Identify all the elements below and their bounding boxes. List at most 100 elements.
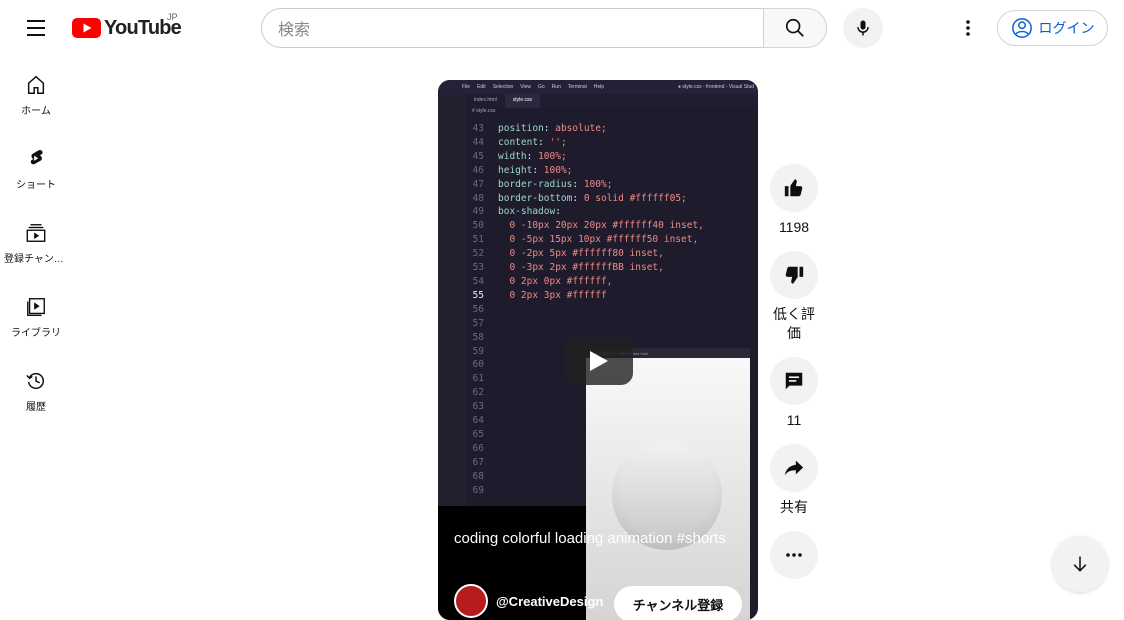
search-button[interactable] xyxy=(763,8,827,48)
line-code: 0 -5px 15px 10px #ffffff50 inset, xyxy=(498,234,699,246)
line-code: position: absolute; xyxy=(498,123,607,134)
code-line: 54 0 2px 0px #ffffff, xyxy=(466,275,756,289)
code-line: 56 xyxy=(466,303,756,317)
youtube-logo[interactable]: YouTube xyxy=(72,16,182,40)
subscribe-button[interactable]: チャンネル登録 xyxy=(614,586,742,620)
guide-menu-button[interactable] xyxy=(16,8,56,48)
code-line: 44 content: ''; xyxy=(466,136,756,150)
video-title[interactable]: coding colorful loading animation #short… xyxy=(454,528,754,550)
more-vert-icon xyxy=(966,20,970,36)
thumb-down-icon xyxy=(785,266,804,284)
line-number: 56 xyxy=(472,303,484,315)
editor-menu-item: Terminal xyxy=(567,84,587,90)
editor-menubar: File Edit Selection View Go Run Terminal… xyxy=(438,80,758,94)
line-code: 0 2px 0px #ffffff, xyxy=(498,275,613,287)
login-label: ログイン xyxy=(1038,20,1095,36)
line-number: 64 xyxy=(472,415,484,427)
line-number: 51 xyxy=(472,234,484,246)
thumb-up-icon xyxy=(784,179,803,197)
arrow-down-icon xyxy=(1073,556,1087,572)
line-code: content: ''; xyxy=(498,136,567,148)
line-number: 62 xyxy=(472,387,484,399)
more-actions-button[interactable] xyxy=(770,531,818,579)
line-number: 50 xyxy=(472,220,484,232)
share-label: 共有 xyxy=(780,499,808,515)
code-line: 53 0 -3px 2px #ffffffBB inset, xyxy=(466,261,756,275)
guide-item-label: ホーム xyxy=(21,106,51,117)
voice-search-button[interactable] xyxy=(843,8,883,48)
editor-menu-item: File xyxy=(462,84,471,90)
code-line: 48 border-bottom: 0 solid #ffffff05; xyxy=(466,192,756,206)
line-number: 60 xyxy=(472,359,484,371)
history-icon xyxy=(26,372,44,390)
microphone-icon xyxy=(857,20,869,36)
line-number: 54 xyxy=(472,275,484,287)
channel-avatar[interactable] xyxy=(454,584,488,618)
line-number: 69 xyxy=(472,484,484,496)
guide-item-subscriptions[interactable]: 登録チャンネル xyxy=(0,204,72,278)
login-button[interactable]: ログイン xyxy=(997,10,1108,46)
account-icon xyxy=(1011,18,1032,38)
line-number: 67 xyxy=(472,456,484,468)
code-line: 47 border-radius: 100%; xyxy=(466,178,756,192)
library-icon xyxy=(27,298,45,316)
channel-info[interactable]: @CreativeDesign xyxy=(454,584,603,618)
guide-item-shorts[interactable]: ショート xyxy=(0,130,72,204)
channel-name[interactable]: @CreativeDesign xyxy=(496,594,603,609)
editor-menu-item: View xyxy=(520,84,532,90)
search-icon xyxy=(785,18,804,37)
next-video-button[interactable] xyxy=(1052,536,1108,592)
line-number: 53 xyxy=(472,262,484,274)
dislike-button[interactable] xyxy=(770,251,818,299)
shorts-player[interactable]: File Edit Selection View Go Run Terminal… xyxy=(438,80,758,620)
guide-item-label: ショート xyxy=(16,180,56,191)
line-code: 0 2px 3px #ffffff xyxy=(498,289,607,301)
line-number: 66 xyxy=(472,442,484,454)
guide-item-history[interactable]: 履歴 xyxy=(0,352,72,426)
line-number: 45 xyxy=(472,150,484,162)
line-number: 63 xyxy=(472,401,484,413)
editor-breadcrumb: # style.css xyxy=(472,108,496,114)
line-number: 61 xyxy=(472,373,484,385)
like-count: 1198 xyxy=(778,219,810,235)
search-bar: 検索 xyxy=(261,8,827,48)
comment-icon xyxy=(785,372,803,390)
line-number: 48 xyxy=(472,192,484,204)
code-line: 43 position: absolute; xyxy=(466,122,756,136)
guide-item-label: 履歴 xyxy=(26,402,46,413)
masthead: YouTube JP 検索 ログイン xyxy=(0,0,1124,56)
settings-menu-button[interactable] xyxy=(948,8,988,48)
line-code: border-radius: 100%; xyxy=(498,178,613,190)
line-number: 58 xyxy=(472,331,484,343)
guide-item-label: ライブラリ xyxy=(11,328,61,339)
subscriptions-icon xyxy=(26,224,46,242)
line-code: 0 -2px 5px #ffffff80 inset, xyxy=(498,248,664,260)
editor-activity-bar xyxy=(438,94,466,514)
guide-item-library[interactable]: ライブラリ xyxy=(0,278,72,352)
line-number: 65 xyxy=(472,428,484,440)
line-number: 52 xyxy=(472,248,484,260)
country-code: JP xyxy=(167,12,178,22)
editor-menu-item: Selection xyxy=(492,84,514,90)
line-number: 57 xyxy=(472,317,484,329)
editor-tab-active: style.css xyxy=(504,94,540,108)
like-button[interactable] xyxy=(770,164,818,212)
editor-menu-item: Help xyxy=(593,84,605,90)
code-line: 50 0 -10px 20px 20px #ffffff40 inset, xyxy=(466,219,756,233)
share-button[interactable] xyxy=(770,444,818,492)
play-button[interactable] xyxy=(565,337,633,385)
share-icon xyxy=(784,460,804,476)
mini-guide: ホーム ショート 登録チャンネル ライブラリ 履歴 xyxy=(0,56,72,426)
more-horiz-icon xyxy=(786,553,802,557)
shorts-icon xyxy=(30,149,43,165)
hamburger-icon-bar xyxy=(27,34,45,36)
line-code: 0 -10px 20px 20px #ffffff40 inset, xyxy=(498,220,704,232)
code-line: 51 0 -5px 15px 10px #ffffff50 inset, xyxy=(466,233,756,247)
line-number: 49 xyxy=(472,206,484,218)
guide-item-home[interactable]: ホーム xyxy=(0,56,72,130)
code-line: 57 xyxy=(466,317,756,331)
comments-button[interactable] xyxy=(770,357,818,405)
code-line: 55 0 2px 3px #ffffff xyxy=(466,289,756,303)
search-input[interactable]: 検索 xyxy=(261,8,763,48)
line-number: 68 xyxy=(472,470,484,482)
